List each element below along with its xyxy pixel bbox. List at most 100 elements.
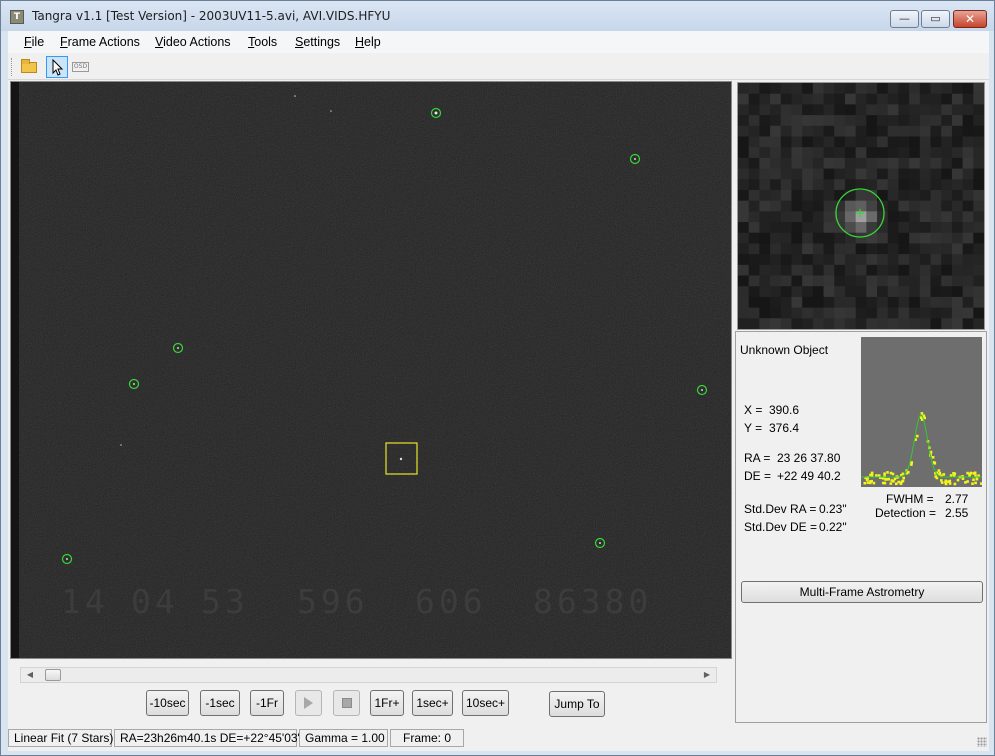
zoom-pixel [823,222,835,234]
zoom-pixel [834,254,846,266]
stop-button[interactable] [333,690,360,716]
zoom-pixel [770,157,782,170]
zoom-pixel [930,200,942,212]
detection-value: 2.55 [945,506,969,520]
zoom-pixel [887,243,899,255]
zoom-pixel [738,200,750,212]
resize-grip-icon[interactable] [977,737,987,747]
zoom-pixel [834,147,846,159]
zoom-pixel [973,286,985,298]
zoom-pixel [738,211,750,223]
zoom-pixel [909,222,921,234]
zoom-pixel [770,189,782,202]
close-button[interactable]: ✕ [953,10,987,28]
title-bar[interactable]: T Tangra v1.1 [Test Version] - 2003UV11-… [1,1,994,31]
menu-frame-actions[interactable]: Frame Actions [60,35,140,49]
menu-bar: File Frame Actions Video Actions Tools S… [8,31,989,53]
zoom-pixel [780,168,792,180]
zoom-pixel [930,147,942,159]
menu-tools[interactable]: Tools [248,35,277,49]
zoom-pixel [791,200,803,212]
frame-scrollbar[interactable]: ◀ ▶ [20,667,717,683]
zoom-pixel [973,83,985,95]
zoom-pixel [748,179,760,191]
minimize-button[interactable]: — [890,10,919,28]
zoom-pixel [738,136,750,148]
zoom-pixel [759,179,771,191]
zoom-pixel [759,254,771,266]
zoom-pixel [844,286,857,298]
zoom-pixel [834,168,846,180]
maximize-button[interactable]: ▭ [921,10,950,28]
zoom-pixel [930,286,942,298]
zoom-pixel [812,157,825,170]
play-button[interactable] [295,690,322,716]
zoom-pixel [748,286,760,298]
zoom-pixel [898,243,910,255]
scroll-thumb[interactable] [45,669,61,681]
zoomed-target-view[interactable] [737,82,985,330]
forward-1sec-button[interactable]: 1sec+ [412,690,453,716]
scroll-left-arrow-icon[interactable]: ◀ [23,669,37,681]
zoom-pixel [909,157,921,170]
zoom-pixel [962,136,974,148]
menu-video-actions[interactable]: Video Actions [155,35,231,49]
multi-frame-astrometry-button[interactable]: Multi-Frame Astrometry [741,581,983,603]
menu-help[interactable]: Help [355,35,381,49]
zoom-pixel [951,168,964,180]
psf-sample-point [892,480,895,483]
faint-star [120,444,122,446]
menu-settings[interactable]: Settings [295,35,340,49]
zoom-pixel [887,296,899,309]
psf-sample-point [886,471,889,474]
zoom-pixel [866,264,878,277]
zoom-pixel [962,286,974,298]
zoom-pixel [930,222,942,234]
zoom-pixel [812,189,825,202]
zoom-pixel [951,200,964,212]
menu-file[interactable]: File [24,35,44,49]
pointer-tool-button[interactable] [46,56,68,78]
scroll-right-arrow-icon[interactable]: ▶ [700,669,714,681]
zoom-pixel [802,179,814,191]
zoom-pixel [962,318,974,330]
star-field[interactable] [11,82,731,658]
zoom-pixel [823,243,835,255]
zoom-pixel [866,157,878,170]
open-file-button[interactable] [18,56,40,78]
zoom-pixel [887,264,899,277]
forward-1frame-button[interactable]: 1Fr+ [370,690,404,716]
zoom-pixel [759,318,771,330]
zoom-pixel [898,189,910,202]
zoom-pixel [909,307,921,319]
osd-tool-button[interactable]: OSD [70,56,92,78]
zoom-pixel [812,254,825,266]
jump-to-button[interactable]: Jump To [549,691,605,717]
ra-label: RA = [744,451,771,465]
zoom-pixel [898,83,910,95]
back-1sec-button[interactable]: -1sec [200,690,240,716]
toolbar-grip[interactable] [11,58,14,76]
zoom-pixel [909,318,921,330]
back-1frame-button[interactable]: -1Fr [250,690,284,716]
zoom-pixel [951,232,964,244]
zoom-pixel [759,286,771,298]
star-dot [634,158,636,160]
zoom-pixel [909,179,921,191]
zoom-pixel [748,136,760,148]
zoom-pixel [898,307,910,319]
zoom-pixel [877,168,889,180]
zoom-pixel [930,104,942,116]
psf-sample-point [940,481,944,484]
zoom-pixel [877,254,889,266]
forward-10sec-button[interactable]: 10sec+ [462,690,509,716]
zoom-pixel [844,200,857,212]
video-frame[interactable]: 14 04 53 596 606 86380 [10,81,732,659]
zoom-pixel [759,200,771,212]
zoom-pixel [855,136,867,148]
tangra-app-icon[interactable]: T [10,10,24,24]
back-10sec-button[interactable]: -10sec [146,690,189,716]
zoom-pixel [802,254,814,266]
zoom-pixel [770,104,782,116]
zoom-pixel [834,307,846,319]
